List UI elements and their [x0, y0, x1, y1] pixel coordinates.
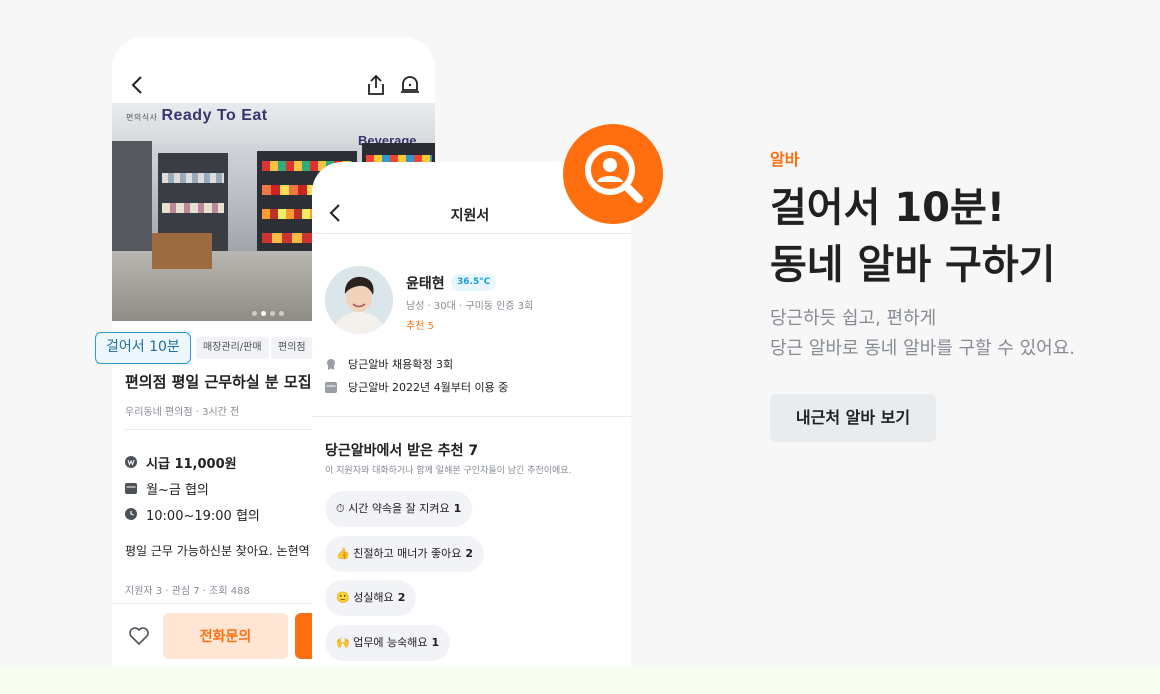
recommendation-count: 2	[465, 547, 474, 560]
post-title: 편의점 평일 근무하실 분 모집	[125, 373, 312, 391]
post-description: 평일 근무 가능하신분 찾아요. 논현역	[125, 544, 310, 558]
history-text: 당근알바 2022년 4월부터 이용 중	[348, 381, 509, 394]
call-inquiry-button[interactable]: 전화문의	[163, 613, 288, 659]
wage-row: 시급 11,000원	[125, 452, 237, 472]
share-icon[interactable]	[366, 74, 386, 96]
history-text: 당근알바 채용확정 3회	[348, 358, 454, 371]
clock-icon	[125, 508, 137, 520]
bottom-band	[0, 666, 1160, 694]
manner-temperature-badge: 36.5°C	[451, 274, 497, 291]
recommendations-description: 이 지원자와 대화하거나 함께 일해본 구인자들이 남긴 추천이에요.	[325, 466, 572, 476]
carousel-dot[interactable]	[279, 311, 284, 316]
hours-text: 10:00~19:00 협의	[146, 508, 260, 524]
headline-line: 걸어서 10분!	[770, 185, 1006, 231]
headline: 걸어서 10분! 동네 알바 구하기	[770, 180, 1055, 294]
medal-icon	[327, 359, 335, 370]
days-row: 월~금 협의	[125, 478, 209, 498]
recommendation-chip: 🙌 업무에 능숙해요 1	[325, 625, 451, 661]
chevron-left-icon[interactable]	[130, 75, 144, 95]
recommendation-count: 2	[397, 591, 406, 604]
applicant-name: 윤태현	[406, 276, 445, 292]
search-badge	[563, 124, 663, 224]
heart-icon[interactable]	[128, 626, 150, 646]
subheadline-line: 당근하듯 쉽고, 편하게	[770, 308, 937, 329]
days-text: 월~금 협의	[146, 482, 209, 498]
section-eyebrow: 알바	[770, 150, 800, 169]
recommend-count: 추천 5	[406, 321, 434, 332]
shelf-goods	[162, 203, 224, 213]
hours-row: 10:00~19:00 협의	[125, 504, 260, 524]
shelf-goods	[162, 173, 224, 183]
recommendation-count: 1	[453, 502, 462, 515]
category-chip: 매장관리/판매	[196, 337, 269, 359]
recommendation-label: 🙌 업무에 능숙해요	[336, 636, 428, 649]
recommendation-chip: ⏱ 시간 약속을 잘 지켜요 1	[325, 491, 473, 527]
nearby-jobs-button[interactable]: 내근처 알바 보기	[770, 394, 936, 442]
recommendation-label: ⏱ 시간 약속을 잘 지켜요	[336, 502, 450, 515]
avatar	[325, 266, 393, 334]
headline-line: 동네 알바 구하기	[770, 242, 1056, 288]
walk-distance-tag: 걸어서 10분	[95, 332, 191, 364]
application-phone: 지원서 윤태현 36.5°C 남성 · 30대 · 구미동 인증 3회 추천 5…	[312, 162, 631, 666]
subheadline: 당근하듯 쉽고, 편하게 당근 알바로 동네 알바를 구할 수 있어요.	[770, 304, 1075, 364]
job-post-topbar	[112, 37, 435, 103]
history-row: 당근알바 2022년 4월부터 이용 중	[325, 379, 508, 395]
divider	[312, 416, 631, 417]
won-coin-icon	[125, 456, 137, 468]
subheadline-line: 당근 알바로 동네 알바를 구할 수 있어요.	[770, 338, 1076, 359]
applicant-profile-sub: 남성 · 30대 · 구미동 인증 3회	[406, 301, 534, 312]
history-row: 당근알바 채용확정 3회	[325, 356, 453, 372]
divider	[312, 233, 631, 234]
wage-text: 시급 11,000원	[146, 456, 237, 472]
recommendation-count: 1	[431, 636, 440, 649]
search-person-icon	[585, 145, 643, 203]
recommendation-label: 👍 친절하고 매너가 좋아요	[336, 547, 462, 560]
avatar-photo	[325, 266, 393, 334]
carousel-dot[interactable]	[270, 311, 275, 316]
bread-stand	[152, 233, 212, 269]
recommendation-label: 🙂 성실해요	[336, 591, 394, 604]
carousel-dot[interactable]	[261, 311, 266, 316]
post-meta: 우리동네 편의점 · 3시간 전	[125, 407, 240, 418]
bell-icon[interactable]	[399, 74, 421, 96]
carousel-dots[interactable]	[252, 301, 312, 316]
recommendation-chip: 👍 친절하고 매너가 좋아요 2	[325, 536, 485, 572]
calendar-icon	[325, 382, 337, 393]
carousel-dot[interactable]	[252, 311, 257, 316]
calendar-icon	[125, 483, 137, 494]
recommendation-chip: 🙂 성실해요 2	[325, 580, 417, 616]
category-chip: 편의점	[271, 337, 313, 359]
recommendations-title: 당근알바에서 받은 추천 7	[325, 443, 479, 459]
store-sign-left: 편의식사 Ready To Eat	[126, 107, 268, 124]
post-stats: 지원자 3 · 관심 7 · 조회 488	[125, 586, 250, 597]
